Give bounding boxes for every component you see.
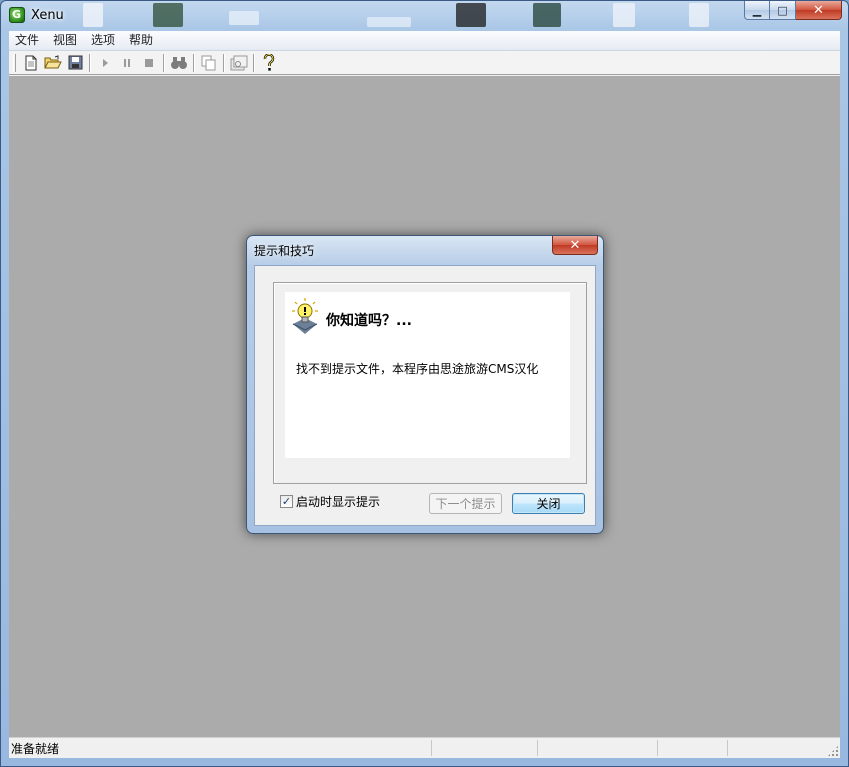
dialog-ok-close-button[interactable]: 关闭 [512,493,585,514]
taskbar-thumbnail-reflection [613,3,635,27]
taskbar-thumbnail-reflection [229,11,259,25]
save-icon[interactable] [64,52,86,74]
close-icon: ✕ [569,237,581,253]
toolbar [9,51,840,75]
status-pane [537,740,657,756]
menu-file[interactable]: 文件 [9,31,46,50]
menu-bar: 文件 视图 选项 帮助 [9,31,840,51]
play-icon[interactable] [94,52,116,74]
toolbar-separator [193,53,195,72]
taskbar-thumbnail-reflection [83,3,103,27]
properties-icon[interactable] [228,52,250,74]
status-pane [657,740,727,756]
xenu-app-icon[interactable]: G [9,7,25,23]
toolbar-separator [253,53,255,72]
help-icon[interactable] [258,52,280,74]
binoculars-icon[interactable] [168,52,190,74]
tip-heading: 你知道吗？... [326,313,412,329]
taskbar-thumbnail-reflection [533,3,561,27]
close-icon: ✕ [813,2,824,18]
taskbar-thumbnail-reflection [456,3,486,27]
dialog-title: 提示和技巧 [254,244,315,258]
tip-frame: 你知道吗？... 找不到提示文件，本程序由思途旅游CMS汉化 [273,282,587,484]
next-tip-button[interactable]: 下一个提示 [429,493,502,514]
dialog-body: 你知道吗？... 找不到提示文件，本程序由思途旅游CMS汉化 ✓ 启动时显示提示… [254,265,596,526]
new-document-icon[interactable] [20,52,42,74]
window-title: Xenu [31,8,64,23]
status-bar: 准备就绪 [9,737,840,758]
toolbar-separator [89,53,91,72]
main-window: G Xenu ▁ □ ✕ 文件 视图 选项 帮助 准备就绪 提示和技巧 ✕ 你知… [0,0,849,767]
menu-help[interactable]: 帮助 [122,31,160,50]
pause-icon[interactable] [116,52,138,74]
caption-buttons: ▁ □ ✕ [744,1,842,21]
stop-icon[interactable] [138,52,160,74]
taskbar-thumbnail-reflection [153,3,183,27]
copy-icon[interactable] [198,52,220,74]
tip-text: 找不到提示文件，本程序由思途旅游CMS汉化 [296,362,539,376]
minimize-icon: ▁ [752,3,762,17]
show-tips-checkbox[interactable]: ✓ 启动时显示提示 [280,493,380,510]
lightbulb-icon [292,298,318,334]
open-folder-icon[interactable] [42,52,64,74]
resize-grip[interactable] [827,745,839,757]
status-pane [727,740,787,756]
status-text: 准备就绪 [11,741,60,756]
toolbar-grip[interactable] [13,53,16,72]
tips-dialog: 提示和技巧 ✕ 你知道吗？... 找不到提示文件，本程序由思途旅游CMS汉化 ✓… [246,235,604,534]
toolbar-separator [163,53,165,72]
taskbar-thumbnail-reflection [689,3,709,27]
checkbox-box[interactable]: ✓ [280,495,293,508]
maximize-button[interactable]: □ [770,1,796,20]
title-bar[interactable]: G Xenu ▁ □ ✕ [1,1,848,31]
menu-view[interactable]: 视图 [46,31,84,50]
app-icon-glyph: G [12,8,22,21]
minimize-button[interactable]: ▁ [744,1,770,20]
checkmark-icon: ✓ [281,495,292,508]
menu-options[interactable]: 选项 [84,31,122,50]
maximize-icon: □ [777,3,788,17]
taskbar-thumbnail-reflection [367,17,411,27]
close-button[interactable]: ✕ [796,1,842,20]
tip-panel: 你知道吗？... 找不到提示文件，本程序由思途旅游CMS汉化 [285,292,570,458]
checkbox-label: 启动时显示提示 [296,495,381,509]
dialog-close-button[interactable]: ✕ [552,236,598,255]
toolbar-separator [223,53,225,72]
status-pane [431,740,537,756]
